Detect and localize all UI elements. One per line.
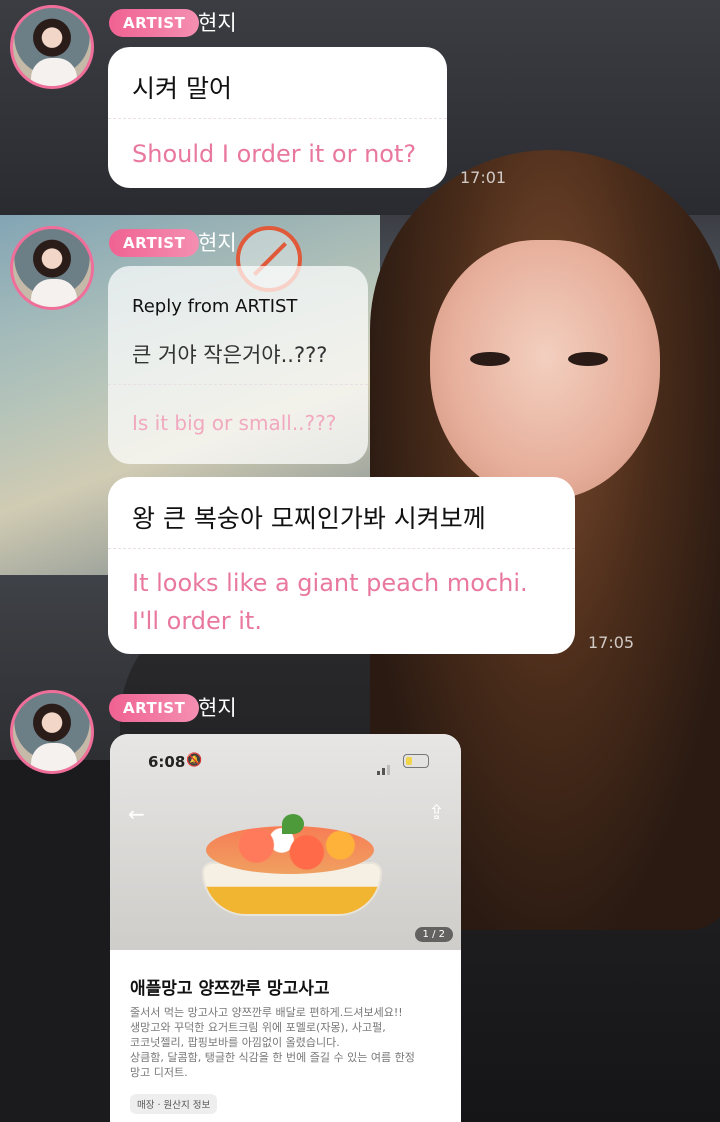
message-bubble[interactable]: 시켜 말어 Should I order it or not? <box>108 47 447 188</box>
message-time: 17:01 <box>460 168 507 187</box>
person-face <box>430 240 660 500</box>
bubble-divider <box>108 548 575 549</box>
share-icon: ⇪ <box>428 800 445 824</box>
product-title: 애플망고 양쯔깐루 망고사고 <box>130 979 330 999</box>
artist-name: 현지 <box>198 231 237 255</box>
message-translation: Should I order it or not? <box>132 140 417 168</box>
message-translation-line2: I'll order it. <box>132 607 262 635</box>
message-korean: 왕 큰 복숭아 모찌인가봐 시켜보께 <box>132 504 486 533</box>
reply-translation: Is it big or small..??? <box>132 411 337 435</box>
artist-badge: ARTIST <box>109 229 200 257</box>
battery-icon <box>403 754 429 768</box>
artist-avatar[interactable] <box>10 5 94 89</box>
phone-status-time: 6:08 <box>148 753 186 771</box>
reply-header: Reply from ARTIST <box>132 296 298 317</box>
right-eye <box>568 352 608 366</box>
message-translation-line1: It looks like a giant peach mochi. <box>132 569 528 597</box>
description-line: 생망고와 꾸덕한 요거트크림 위에 포멜로(자몽), 사고펄, <box>130 1021 386 1034</box>
message-bubble[interactable]: 왕 큰 복숭아 모찌인가봐 시켜보께 It looks like a giant… <box>108 477 575 654</box>
back-arrow-icon: ← <box>128 802 145 826</box>
product-photo: 6:08 🔕 ← ⇪ 1 / 2 <box>110 734 461 950</box>
message-time: 17:05 <box>588 633 635 652</box>
store-origin-info-tag: 매장 · 원산지 정보 <box>130 1094 218 1114</box>
bubble-divider <box>108 118 447 119</box>
artist-avatar[interactable] <box>10 690 94 774</box>
artist-name: 현지 <box>198 11 237 35</box>
artist-avatar[interactable] <box>10 226 94 310</box>
reply-bubble[interactable]: Reply from ARTIST 큰 거야 작은거야..??? Is it b… <box>108 266 368 464</box>
mute-bell-icon: 🔕 <box>186 753 203 768</box>
product-description: 줄서서 먹는 망고사고 양쯔깐루 배달로 편하게.드셔보세요!! 생망고와 꾸덕… <box>130 1005 445 1080</box>
mango-dessert-image <box>190 814 390 916</box>
reply-korean: 큰 거야 작은거야..??? <box>132 343 328 367</box>
message-korean: 시켜 말어 <box>132 74 232 103</box>
image-pager: 1 / 2 <box>414 927 453 942</box>
left-eye <box>470 352 510 366</box>
description-line: 줄서서 먹는 망고사고 양쯔깐루 배달로 편하게.드셔보세요!! <box>130 1006 403 1019</box>
description-line: 상큼함, 달콤함, 탱글한 식감을 한 번에 즐길 수 있는 여름 한정 <box>130 1051 415 1064</box>
description-line: 코코넛젤리, 팝핑보바를 아낌없이 올렸습니다. <box>130 1036 340 1049</box>
bubble-divider <box>108 384 368 385</box>
artist-badge: ARTIST <box>109 9 200 37</box>
description-line: 망고 디저트. <box>130 1066 188 1079</box>
artist-badge: ARTIST <box>109 694 200 722</box>
artist-name: 현지 <box>198 696 237 720</box>
shared-image-card[interactable]: 6:08 🔕 ← ⇪ 1 / 2 애플망고 양쯔깐루 망고사고 줄서서 먹는 망… <box>110 734 461 1122</box>
signal-icon <box>377 756 397 775</box>
